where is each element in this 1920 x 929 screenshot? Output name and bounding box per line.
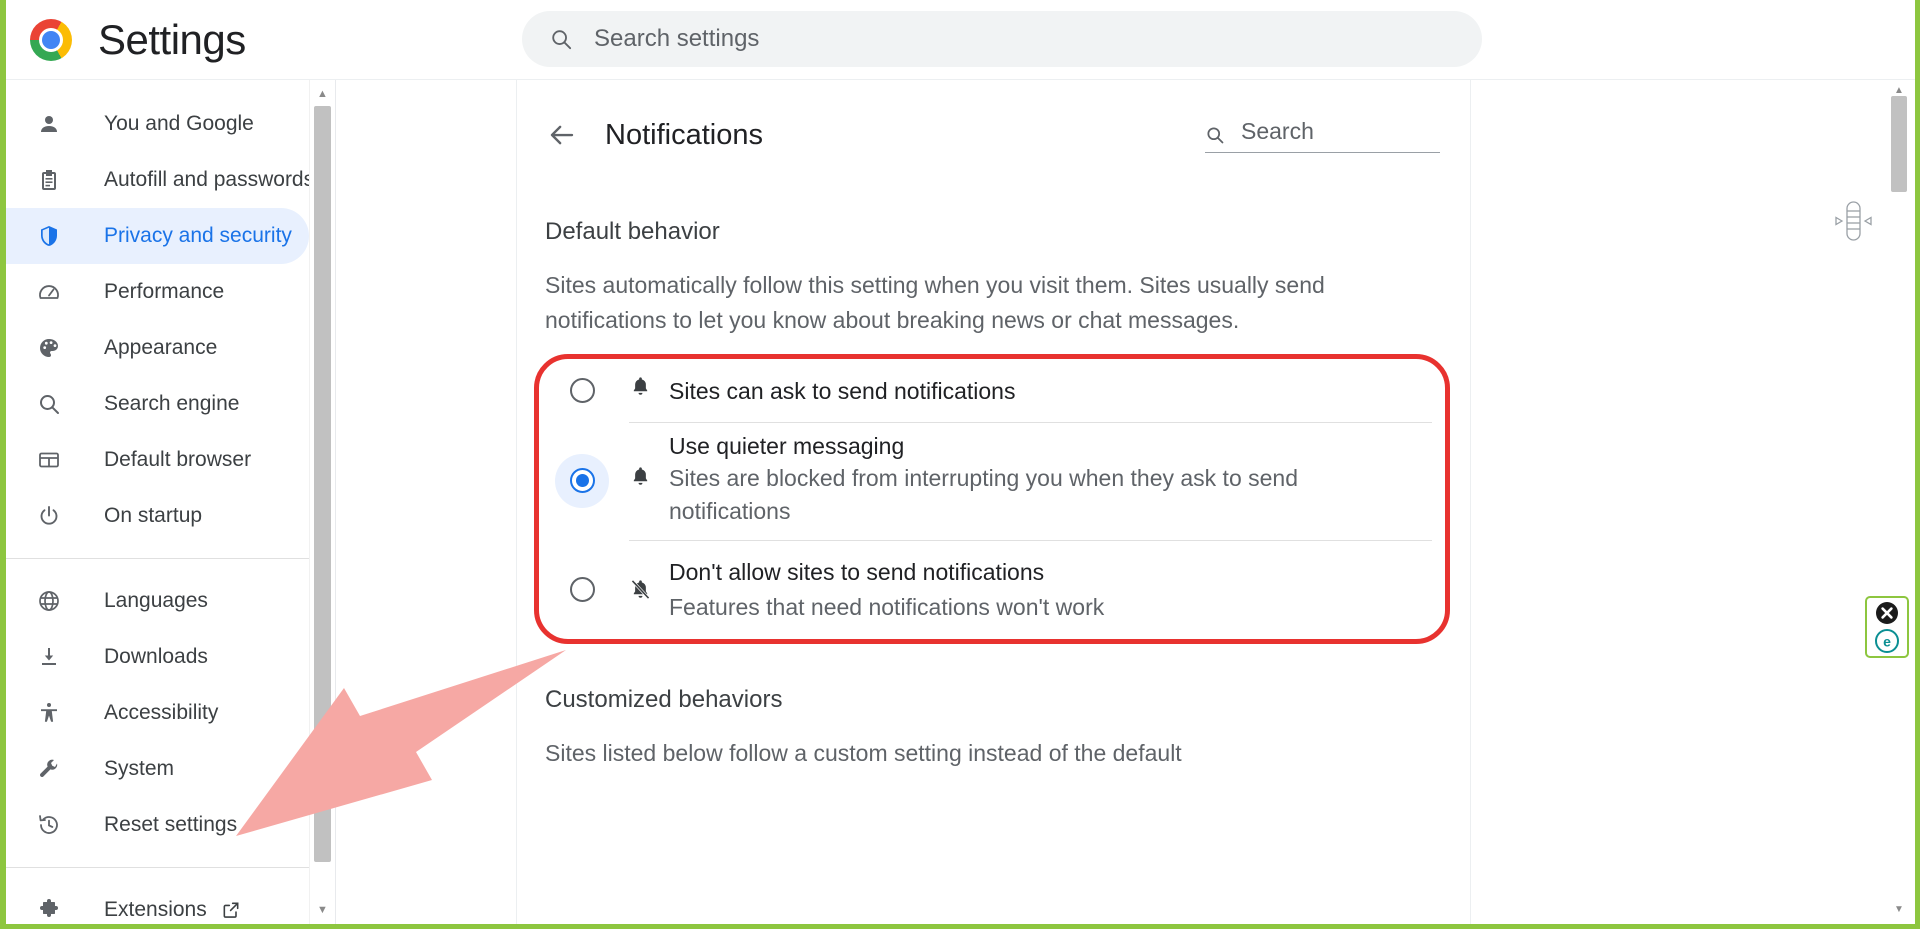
sidebar-item-extensions[interactable]: Extensions (6, 882, 309, 924)
accessibility-icon (36, 700, 62, 726)
power-icon (36, 503, 62, 529)
page-scrollbar-thumb[interactable] (1891, 96, 1907, 192)
settings-window: Settings Search settings You and Google (0, 0, 1920, 929)
sidebar-scrollbar-thumb[interactable] (314, 106, 331, 862)
sidebar-item-label: Extensions (104, 898, 207, 921)
sidebar-item-label: Default browser (104, 448, 252, 471)
sidebar-item-label: Accessibility (104, 701, 219, 724)
sidebar-item-label: On startup (104, 504, 203, 527)
horizontal-resize-handle-icon[interactable] (1825, 196, 1881, 246)
sidebar-item-autofill-and-passwords[interactable]: Autofill and passwords (6, 152, 314, 208)
shield-icon (36, 223, 62, 249)
search-icon (550, 28, 572, 50)
sidebar-item-accessibility[interactable]: Accessibility (6, 685, 309, 741)
sidebar-item-performance[interactable]: Performance (6, 264, 309, 320)
sidebar-item-label: Search engine (104, 392, 240, 415)
app-title: Settings (98, 15, 246, 63)
search-icon (36, 391, 62, 417)
sidebar-item-appearance[interactable]: Appearance (6, 320, 309, 376)
globe-icon (36, 588, 62, 614)
radio-option-use-quieter-messaging[interactable]: Use quieter messaging Sites are blocked … (545, 421, 1442, 540)
browser-window-icon (36, 447, 62, 473)
sidebar-item-privacy-and-security[interactable]: Privacy and security (6, 208, 309, 264)
customized-behaviors-heading: Customized behaviors (545, 685, 783, 713)
sidebar-item-search-engine[interactable]: Search engine (6, 376, 309, 432)
radio-option-label: Sites can ask to send notifications (669, 377, 1016, 404)
sidebar-item-label: Privacy and security (104, 224, 292, 247)
edge-e-badge-icon[interactable]: e (1874, 628, 1900, 654)
bell-icon (625, 375, 655, 398)
svg-text:e: e (1883, 633, 1891, 649)
close-icon[interactable] (1874, 600, 1900, 626)
chevron-down-icon[interactable]: ▼ (1888, 899, 1910, 919)
settings-content-card: Notifications Search Default behavior Si… (516, 80, 1471, 924)
sidebar-item-reset-settings[interactable]: Reset settings (6, 797, 309, 853)
extension-puzzle-icon (36, 897, 62, 923)
history-restore-icon (36, 812, 62, 838)
sidebar-scrollbar[interactable]: ▲ ▼ (309, 80, 335, 924)
radio-button-selected[interactable] (555, 453, 609, 508)
sidebar-item-label: Performance (104, 280, 225, 303)
top-bar: Settings Search settings (6, 0, 1915, 80)
main-content-area: Notifications Search Default behavior Si… (336, 80, 1915, 924)
default-behavior-section: Default behavior Sites automatically fol… (517, 218, 1470, 771)
sidebar-item-on-startup[interactable]: On startup (6, 488, 309, 544)
radio-button[interactable] (555, 563, 609, 617)
sidebar-item-label: Languages (104, 589, 208, 612)
sidebar-item-label: Autofill and passwords (104, 168, 315, 191)
wrench-icon (36, 756, 62, 782)
person-icon (36, 111, 62, 137)
radio-button[interactable] (555, 364, 609, 418)
page-header: Notifications Search (517, 80, 1470, 190)
sidebar-divider-2 (6, 867, 309, 868)
default-behavior-radio-group: Sites can ask to send notifications Use … (534, 353, 1450, 644)
sidebar-item-label: Downloads (104, 645, 208, 668)
palette-icon (36, 335, 62, 361)
download-icon (36, 644, 62, 670)
search-icon (1205, 125, 1225, 145)
clipboard-icon (36, 167, 62, 193)
sidebar: You and Google Autofill and passwords Pr… (6, 80, 336, 924)
sidebar-item-system[interactable]: System (6, 741, 309, 797)
sidebar-item-label: Reset settings (104, 813, 238, 836)
sidebar-item-default-browser[interactable]: Default browser (6, 432, 309, 488)
sidebar-item-downloads[interactable]: Downloads (6, 629, 309, 685)
page-search-placeholder: Search (1241, 117, 1314, 144)
chevron-down-icon[interactable]: ▼ (310, 898, 335, 922)
radio-option-label: Sites are blocked from interrupting you … (669, 465, 1299, 525)
radio-option-sublabel: Features that need notifications won't w… (669, 593, 1105, 620)
radio-option-stack-title: Use quieter messaging (669, 433, 905, 460)
page-scrollbar[interactable]: ▲ ▼ (1888, 80, 1910, 919)
sidebar-item-you-and-google[interactable]: You and Google (6, 96, 309, 152)
body-area: You and Google Autofill and passwords Pr… (6, 80, 1915, 924)
page-title: Notifications (605, 118, 763, 151)
arrow-left-icon[interactable] (545, 118, 579, 152)
sidebar-item-languages[interactable]: Languages (6, 573, 309, 629)
default-behavior-description: Sites automatically follow this setting … (545, 272, 1325, 333)
sidebar-item-label: You and Google (104, 112, 254, 135)
radio-option-sites-can-ask[interactable]: Sites can ask to send notifications (545, 360, 1442, 422)
sidebar-divider (6, 558, 309, 559)
global-search-box[interactable]: Search settings (522, 11, 1482, 67)
external-link-icon (221, 900, 241, 920)
sidebar-item-label: System (104, 757, 175, 780)
bell-off-icon (625, 578, 655, 601)
speedometer-icon (36, 279, 62, 305)
default-behavior-heading: Default behavior (545, 218, 720, 245)
customized-behaviors-description: Sites listed below follow a custom setti… (545, 739, 1182, 766)
corner-widget-group: e (1865, 596, 1909, 658)
bell-icon (625, 465, 655, 488)
global-search-placeholder: Search settings (594, 25, 760, 52)
chevron-up-icon[interactable]: ▲ (310, 82, 335, 106)
page-search-input[interactable]: Search (1205, 118, 1440, 153)
radio-option-dont-allow[interactable]: Don't allow sites to send notifications … (545, 539, 1442, 640)
sidebar-item-label: Appearance (104, 336, 218, 359)
chrome-logo-icon (30, 18, 72, 61)
radio-option-label: Don't allow sites to send notifications (669, 558, 1045, 585)
